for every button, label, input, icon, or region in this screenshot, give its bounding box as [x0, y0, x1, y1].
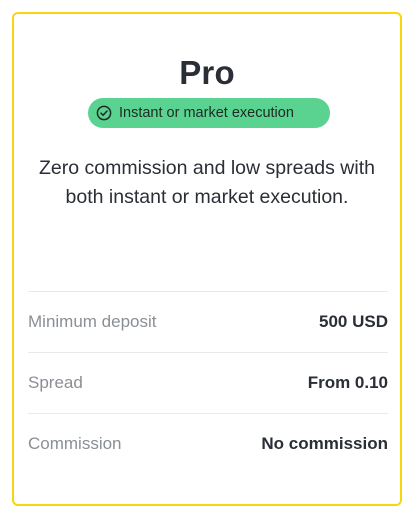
spec-value: From 0.10 [307, 373, 388, 392]
spec-label: Spread [28, 373, 83, 392]
spec-value: 500 USD [319, 312, 388, 331]
plan-description: Zero commission and low spreads with bot… [24, 154, 390, 212]
description-line: both instant or market execution. [65, 186, 349, 208]
spec-label: Commission [28, 434, 122, 453]
spec-value: No commission [261, 434, 388, 453]
plan-specs: Minimum deposit 500 USD Spread From 0.10… [28, 291, 388, 474]
spec-label: Minimum deposit [28, 312, 157, 331]
spec-row-minimum-deposit: Minimum deposit 500 USD [28, 291, 388, 352]
execution-badge: Instant or market execution [88, 98, 330, 128]
plan-title: Pro [179, 54, 235, 91]
pro-plan-card: Pro Instant or market execution Zero com… [12, 12, 402, 506]
spec-row-spread: Spread From 0.10 [28, 352, 388, 413]
spec-row-commission: Commission No commission [28, 413, 388, 474]
badge-label: Instant or market execution [119, 105, 294, 121]
check-circle-icon [96, 105, 112, 121]
description-line: Zero commission and low spreads with [39, 157, 375, 179]
